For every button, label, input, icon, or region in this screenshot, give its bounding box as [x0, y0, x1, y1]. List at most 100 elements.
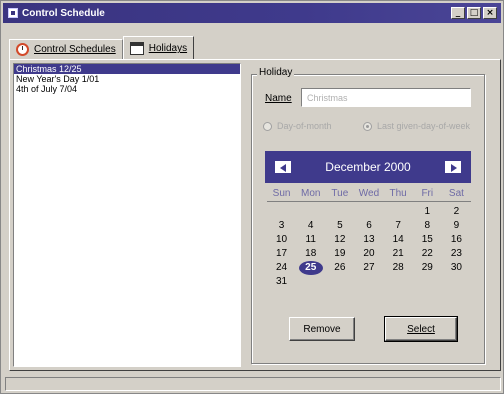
calendar-day[interactable]: 18	[296, 247, 325, 261]
calendar-day-number: 11	[305, 234, 316, 245]
calendar-day[interactable]: 12	[325, 233, 354, 247]
calendar-empty-cell	[296, 205, 325, 219]
calendar-day[interactable]: 16	[442, 233, 471, 247]
calendar-day[interactable]: 15	[413, 233, 442, 247]
maximize-button[interactable]: □	[467, 7, 481, 19]
calendar-day[interactable]: 28	[384, 261, 413, 275]
weekday-label: Mon	[300, 188, 321, 199]
calendar-day-number: 21	[392, 248, 404, 259]
calendar-day[interactable]: 7	[384, 219, 413, 233]
calendar-day[interactable]: 5	[325, 219, 354, 233]
calendar-day-number: 23	[450, 248, 462, 259]
clock-icon	[16, 43, 29, 56]
tab-strip: Control Schedules Holidays	[9, 35, 195, 60]
calendar-day[interactable]: 21	[384, 247, 413, 261]
calendar-day[interactable]: 6	[354, 219, 383, 233]
calendar-day-number: 30	[450, 262, 462, 273]
remove-button-label: Remove	[303, 323, 341, 335]
weekday-label: Sat	[448, 188, 464, 199]
app-icon	[8, 8, 18, 18]
calendar-day[interactable]: 8	[413, 219, 442, 233]
weekday-label: Tue	[331, 188, 349, 199]
calendar-day-number: 19	[334, 248, 346, 259]
calendar-day-number: 24	[276, 262, 288, 273]
calendar-day-number: 13	[363, 234, 375, 245]
tab-control-schedules[interactable]: Control Schedules	[9, 39, 123, 59]
calendar-empty-cell	[354, 275, 383, 289]
calendar-empty-cell	[413, 275, 442, 289]
weekday-label: Fri	[421, 188, 434, 199]
calendar-day-number: 22	[421, 248, 433, 259]
calendar-day[interactable]: 23	[442, 247, 471, 261]
close-button[interactable]: ×	[483, 7, 497, 19]
calendar-day-number: 28	[392, 262, 404, 273]
calendar-day-number: 15	[421, 234, 433, 245]
calendar-header: December 2000	[265, 151, 471, 183]
calendar-day[interactable]: 19	[325, 247, 354, 261]
tab-holidays[interactable]: Holidays	[122, 36, 195, 60]
calendar-day-number: 12	[334, 234, 346, 245]
radio-button[interactable]	[263, 121, 272, 131]
calendar-day[interactable]: 13	[354, 233, 383, 247]
calendar-month-label: December 2000	[325, 160, 411, 174]
calendar-day-number: 5	[337, 220, 343, 231]
calendar-day[interactable]: 25	[296, 261, 325, 275]
calendar-day-number: 7	[395, 220, 401, 231]
holiday-group-label: Holiday	[257, 67, 295, 78]
calendar-day-number: 20	[363, 248, 375, 259]
calendar-day[interactable]: 26	[325, 261, 354, 275]
radio-button[interactable]	[363, 121, 372, 131]
list-item[interactable]: New Year's Day 1/01	[14, 74, 240, 84]
calendar-day[interactable]: 22	[413, 247, 442, 261]
window-title: Control Schedule	[22, 7, 105, 19]
calendar-empty-cell	[325, 205, 354, 219]
calendar-empty-cell	[354, 205, 383, 219]
calendar-day[interactable]: 20	[354, 247, 383, 261]
calendar-day[interactable]: 4	[296, 219, 325, 233]
radio-label: Last given-day-of-week	[377, 121, 471, 131]
weekday-label: Sun	[272, 188, 291, 199]
holiday-list[interactable]: Christmas 12/25 New Year's Day 1/01 4th …	[13, 63, 241, 367]
calendar-day[interactable]: 24	[267, 261, 296, 275]
calendar-day-number: 4	[307, 220, 314, 231]
calendar-day-number: 31	[276, 276, 288, 287]
previous-month-button[interactable]	[275, 161, 291, 173]
calendar-day[interactable]: 2	[442, 205, 471, 219]
select-button-label: Select	[407, 323, 435, 335]
remove-button[interactable]: Remove	[289, 317, 355, 341]
calendar-day[interactable]: 31	[267, 275, 296, 289]
minimize-button[interactable]: _	[451, 7, 465, 19]
calendar-day[interactable]: 30	[442, 261, 471, 275]
tab-label: Control Schedules	[34, 44, 116, 55]
calendar-day-number: 25	[298, 261, 323, 275]
radio-label: Day-of-month	[277, 121, 332, 131]
calendar-day[interactable]: 29	[413, 261, 442, 275]
calendar-day-number: 6	[366, 220, 372, 231]
calendar-day[interactable]: 1	[413, 205, 442, 219]
list-item[interactable]: Christmas 12/25	[14, 64, 240, 74]
select-button[interactable]: Select	[384, 316, 458, 342]
calendar-day-number: 17	[276, 248, 288, 259]
calendar-day[interactable]: 3	[267, 219, 296, 233]
calendar-empty-cell	[384, 275, 413, 289]
calendar-day-number: 18	[305, 248, 317, 259]
calendar-empty-cell	[296, 275, 325, 289]
calendar-day-number: 26	[334, 262, 346, 273]
calendar-day[interactable]: 9	[442, 219, 471, 233]
name-field[interactable]	[301, 88, 471, 107]
calendar-day[interactable]: 11	[296, 233, 325, 247]
calendar-day[interactable]: 27	[354, 261, 383, 275]
calendar-day[interactable]: 14	[384, 233, 413, 247]
next-month-button[interactable]	[444, 161, 461, 173]
list-item[interactable]: 4th of July 7/04	[14, 84, 240, 94]
title-bar[interactable]: Control Schedule _ □ ×	[3, 3, 501, 23]
calendar-day[interactable]: 10	[267, 233, 296, 247]
calendar-day[interactable]: 17	[267, 247, 296, 261]
radio-day-of-month[interactable]: Day-of-month	[263, 121, 332, 131]
calendar-day-number: 27	[363, 262, 375, 273]
calendar-day-number: 10	[276, 234, 288, 245]
radio-last-given-day[interactable]: Last given-day-of-week	[363, 121, 470, 131]
weekday-label: Thu	[389, 188, 407, 199]
name-label: Name	[265, 93, 292, 104]
calendar-icon	[129, 42, 144, 55]
